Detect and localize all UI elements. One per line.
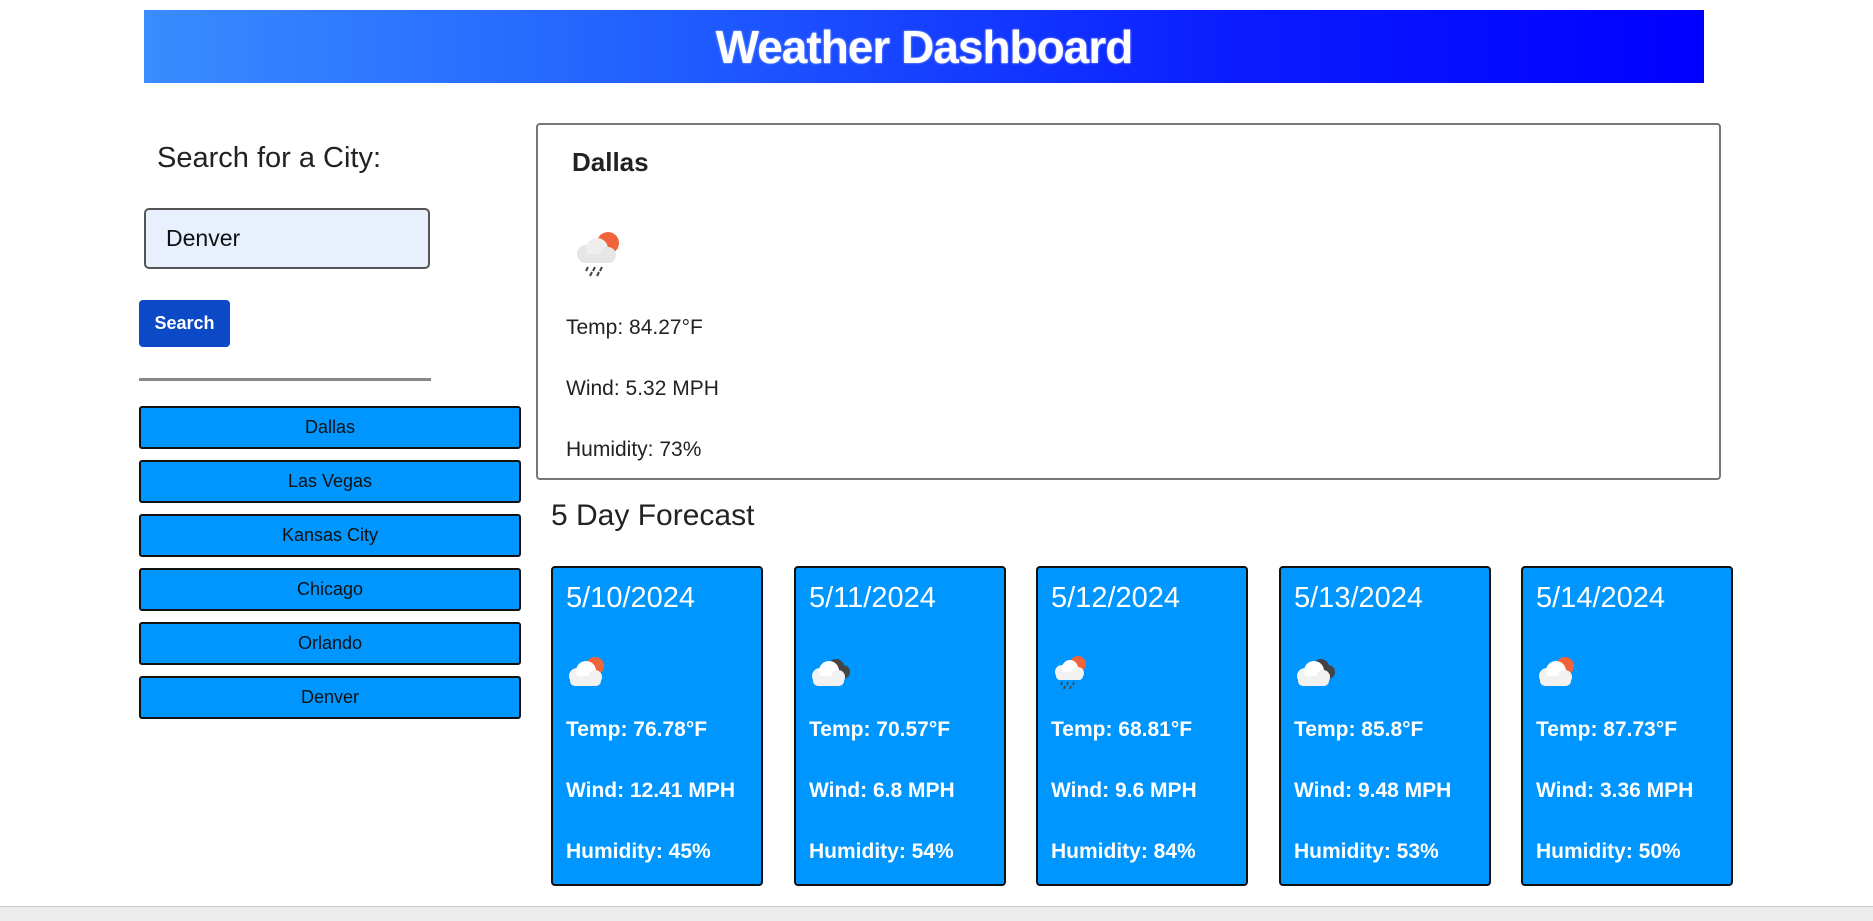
search-label: Search for a City: (157, 142, 382, 174)
current-humidity: Humidity: 73% (566, 438, 702, 461)
forecast-humidity: Humidity: 84% (1051, 840, 1196, 863)
forecast-date: 5/10/2024 (566, 582, 696, 614)
broken-clouds-icon (1297, 659, 1335, 686)
rain-sun-icon (1055, 656, 1086, 689)
forecast-card: 5/12/2024 Temp: 68.81°F Wind: 9.6 MPH Hu… (1036, 566, 1248, 886)
forecast-temp: Temp: 76.78°F (566, 718, 708, 741)
history-button-denver[interactable]: Denver (139, 676, 521, 719)
history-button-dallas[interactable]: Dallas (139, 406, 521, 449)
horizontal-scrollbar[interactable] (0, 906, 1873, 921)
city-search-input[interactable] (144, 208, 430, 269)
forecast-humidity: Humidity: 50% (1536, 840, 1681, 863)
current-temp: Temp: 84.27°F (566, 316, 703, 339)
forecast-temp: Temp: 85.8°F (1294, 718, 1424, 741)
page-header: Weather Dashboard (144, 10, 1704, 83)
search-button[interactable]: Search (139, 300, 230, 347)
forecast-temp: Temp: 68.81°F (1051, 718, 1193, 741)
forecast-wind: Wind: 6.8 MPH (809, 779, 955, 802)
forecast-date: 5/13/2024 (1294, 582, 1424, 614)
forecast-humidity: Humidity: 53% (1294, 840, 1439, 863)
history-button-kansas-city[interactable]: Kansas City (139, 514, 521, 557)
forecast-wind: Wind: 12.41 MPH (566, 779, 736, 802)
divider (139, 378, 431, 381)
forecast-temp: Temp: 70.57°F (809, 718, 951, 741)
forecast-date: 5/12/2024 (1051, 582, 1181, 614)
current-wind: Wind: 5.32 MPH (566, 377, 719, 400)
partly-cloudy-icon (1539, 657, 1574, 686)
history-button-las-vegas[interactable]: Las Vegas (139, 460, 521, 503)
forecast-card: 5/11/2024 Temp: 70.57°F Wind: 6.8 MPH Hu… (794, 566, 1006, 886)
forecast-wind: Wind: 3.36 MPH (1536, 779, 1694, 802)
history-button-orlando[interactable]: Orlando (139, 622, 521, 665)
partly-cloudy-icon (569, 657, 604, 686)
forecast-card: 5/10/2024 Temp: 76.78°F Wind: 12.41 MPH … (551, 566, 763, 886)
forecast-temp: Temp: 87.73°F (1536, 718, 1678, 741)
forecast-wind: Wind: 9.6 MPH (1051, 779, 1197, 802)
current-weather-card: Dallas Temp: 84.27°F Wind: 5.32 MPH Humi… (536, 123, 1721, 480)
current-city-name: Dallas (572, 147, 649, 177)
page-title: Weather Dashboard (715, 20, 1134, 73)
forecast-humidity: Humidity: 54% (809, 840, 954, 863)
forecast-title: 5 Day Forecast (551, 499, 755, 532)
rain-sun-icon (577, 232, 619, 277)
forecast-card: 5/14/2024 Temp: 87.73°F Wind: 3.36 MPH H… (1521, 566, 1733, 886)
broken-clouds-icon (812, 659, 850, 686)
forecast-humidity: Humidity: 45% (566, 840, 711, 863)
history-button-chicago[interactable]: Chicago (139, 568, 521, 611)
forecast-date: 5/11/2024 (809, 582, 936, 614)
forecast-date: 5/14/2024 (1536, 582, 1666, 614)
search-history-list: Dallas Las Vegas Kansas City Chicago Orl… (139, 406, 521, 730)
forecast-wind: Wind: 9.48 MPH (1294, 779, 1452, 802)
forecast-card: 5/13/2024 Temp: 85.8°F Wind: 9.48 MPH Hu… (1279, 566, 1491, 886)
